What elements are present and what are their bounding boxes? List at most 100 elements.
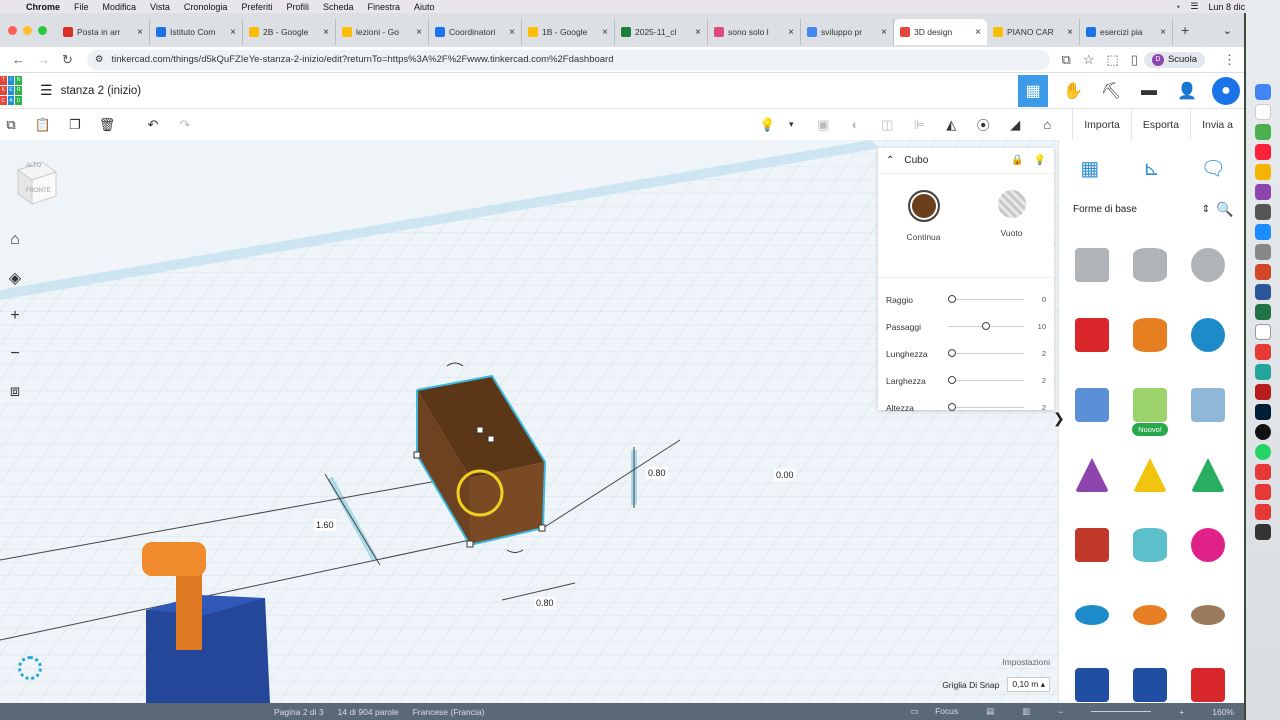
param-slider[interactable] xyxy=(948,376,1024,384)
zoom-in-icon[interactable]: + xyxy=(6,304,24,328)
group-icon[interactable]: ▣ xyxy=(812,114,834,136)
acrobat-dock-icon[interactable] xyxy=(1255,384,1271,400)
slider-knob[interactable] xyxy=(948,376,956,384)
shape-roof[interactable] xyxy=(1179,440,1237,510)
width-measure[interactable]: 0.80 xyxy=(534,597,556,609)
tab-1[interactable]: Istituto Com × xyxy=(150,19,243,45)
shape-box-hole[interactable] xyxy=(1063,230,1121,300)
tab-close-icon[interactable]: × xyxy=(695,27,701,38)
tab-close-icon[interactable]: × xyxy=(1067,27,1073,38)
excel-dock-icon[interactable] xyxy=(1255,304,1271,320)
length-measure[interactable]: 1.60 xyxy=(314,519,336,531)
settings-link[interactable]: Impostazioni xyxy=(1002,657,1050,667)
notes-lightbulb-icon[interactable]: 💡 xyxy=(756,114,778,136)
shape-ring[interactable] xyxy=(1179,580,1237,650)
param-value[interactable]: 2 xyxy=(1034,349,1046,358)
reload-icon[interactable]: ↻ xyxy=(62,52,73,68)
tab-search-chevron-icon[interactable]: ⌄ xyxy=(1223,24,1232,37)
tab-close-icon[interactable]: × xyxy=(881,27,887,38)
app3-dock-icon[interactable] xyxy=(1255,364,1271,380)
layout-icon[interactable]: ▤ xyxy=(986,706,994,717)
menu-vista[interactable]: Vista xyxy=(150,2,170,12)
elevation-measure[interactable]: 0.00 xyxy=(774,469,796,481)
param-value[interactable]: 2 xyxy=(1034,403,1046,412)
param-value[interactable]: 10 xyxy=(1034,322,1046,331)
tab-10[interactable]: PIANO CAR × xyxy=(987,19,1080,45)
zoom-slider[interactable] xyxy=(1091,711,1152,712)
panel-expand-chevron-icon[interactable]: ❯ xyxy=(1053,410,1065,427)
tab-9[interactable]: 3D design × xyxy=(894,19,987,45)
menu-cronologia[interactable]: Cronologia xyxy=(184,2,228,12)
shape-scribble[interactable] xyxy=(1063,370,1121,440)
appstore-dock-icon[interactable] xyxy=(1255,224,1271,240)
tab-close-icon[interactable]: × xyxy=(1160,27,1166,38)
tab-2[interactable]: 2B - Google × xyxy=(243,19,336,45)
shape-torus[interactable] xyxy=(1063,580,1121,650)
align-icon[interactable]: ⊫ xyxy=(908,114,930,136)
install-app-icon[interactable]: ⧉ xyxy=(1062,52,1071,68)
close-window-button[interactable] xyxy=(8,25,17,35)
send-to-button[interactable]: Invia a xyxy=(1190,109,1244,140)
ruler-tool-icon[interactable]: ⊾ xyxy=(1137,154,1165,182)
tinkercad-help-icon[interactable] xyxy=(18,656,42,680)
tab-11[interactable]: esercizi pia × xyxy=(1080,19,1173,45)
app4-dock-icon[interactable] xyxy=(1255,464,1271,480)
home-view-icon[interactable]: ⌂ xyxy=(6,228,24,252)
bookmark-star-icon[interactable]: ☆ xyxy=(1083,52,1095,68)
sim-lab-icon[interactable]: ✋ xyxy=(1060,78,1086,104)
app6-dock-icon[interactable] xyxy=(1255,504,1271,520)
perspective-icon[interactable]: ⧈ xyxy=(6,380,24,404)
zoom-in-status-icon[interactable]: + xyxy=(1179,707,1184,717)
powerpoint-dock-icon[interactable] xyxy=(1255,264,1271,280)
undo-icon[interactable]: ↶ xyxy=(142,114,164,136)
mirror-icon[interactable]: ◭ xyxy=(940,114,962,136)
lock-icon[interactable]: 🔒 xyxy=(1011,155,1023,166)
tab-4[interactable]: Coordinatori × xyxy=(429,19,522,45)
view-icon[interactable]: ▥ xyxy=(1022,706,1030,717)
tab-close-icon[interactable]: × xyxy=(230,27,236,38)
forward-icon[interactable]: → xyxy=(37,52,50,67)
zoom-out-icon[interactable]: − xyxy=(6,342,24,366)
whatsapp-dock-icon[interactable] xyxy=(1255,444,1271,460)
vectorworks-dock-icon[interactable] xyxy=(1255,424,1271,440)
cruise-icon[interactable]: ◫ xyxy=(876,114,898,136)
calculator-dock-icon[interactable] xyxy=(1255,204,1271,220)
menu-modifica[interactable]: Modifica xyxy=(103,2,137,12)
app7-dock-icon[interactable] xyxy=(1255,524,1271,540)
chrome-menu-icon[interactable]: ⋮ xyxy=(1223,52,1236,68)
workplane-tool-icon[interactable]: ▦ xyxy=(1076,154,1104,182)
param-slider[interactable] xyxy=(948,403,1024,411)
new-tab-button[interactable]: + xyxy=(1181,22,1189,38)
tab-8[interactable]: sviluppo pr × xyxy=(801,19,894,45)
collapse-inspector-icon[interactable]: ⌃ xyxy=(886,155,894,166)
control-center-icon[interactable]: ☰ xyxy=(1190,1,1198,12)
workplane-magnet-icon[interactable]: ⦿ xyxy=(972,114,994,136)
design-list-icon[interactable]: ☰ xyxy=(40,82,53,99)
project-title[interactable]: stanza 2 (inizio) xyxy=(61,85,142,97)
height-measure[interactable]: 0.80 xyxy=(646,467,668,479)
shape-sphere-hole[interactable] xyxy=(1179,230,1237,300)
notes-tool-icon[interactable]: 🗨 xyxy=(1199,154,1227,182)
param-value[interactable]: 2 xyxy=(1034,376,1046,385)
ungroup-icon[interactable]: ◐ xyxy=(844,114,866,136)
blocks-icon[interactable]: ⛏ xyxy=(1098,78,1124,104)
tab-close-icon[interactable]: × xyxy=(509,27,515,38)
menu-profili[interactable]: Profili xyxy=(286,2,309,12)
app2-dock-icon[interactable] xyxy=(1255,344,1271,360)
slider-knob[interactable] xyxy=(982,322,991,330)
tab-3[interactable]: lezioni - Go × xyxy=(336,19,429,45)
maps-dock-icon[interactable] xyxy=(1255,124,1271,140)
ruler-icon[interactable]: ◢ xyxy=(1004,114,1026,136)
photoshop-dock-icon[interactable] xyxy=(1255,404,1271,420)
copy-icon[interactable]: ⧉ xyxy=(0,114,22,136)
tab-0[interactable]: Posta in arr × xyxy=(57,19,150,45)
chrome-dock-icon[interactable] xyxy=(1255,84,1271,100)
shape-box[interactable] xyxy=(1063,300,1121,370)
3d-design-view-icon[interactable]: ▦ xyxy=(1018,74,1048,107)
search-icon[interactable]: 🔍 xyxy=(1216,201,1236,218)
wifi-icon[interactable]: ◔ xyxy=(1175,2,1180,12)
music-dock-icon[interactable] xyxy=(1255,144,1271,160)
param-slider[interactable] xyxy=(948,295,1024,303)
redo-icon[interactable]: ↷ xyxy=(174,114,196,136)
menu-aiuto[interactable]: Aiuto xyxy=(414,2,435,12)
